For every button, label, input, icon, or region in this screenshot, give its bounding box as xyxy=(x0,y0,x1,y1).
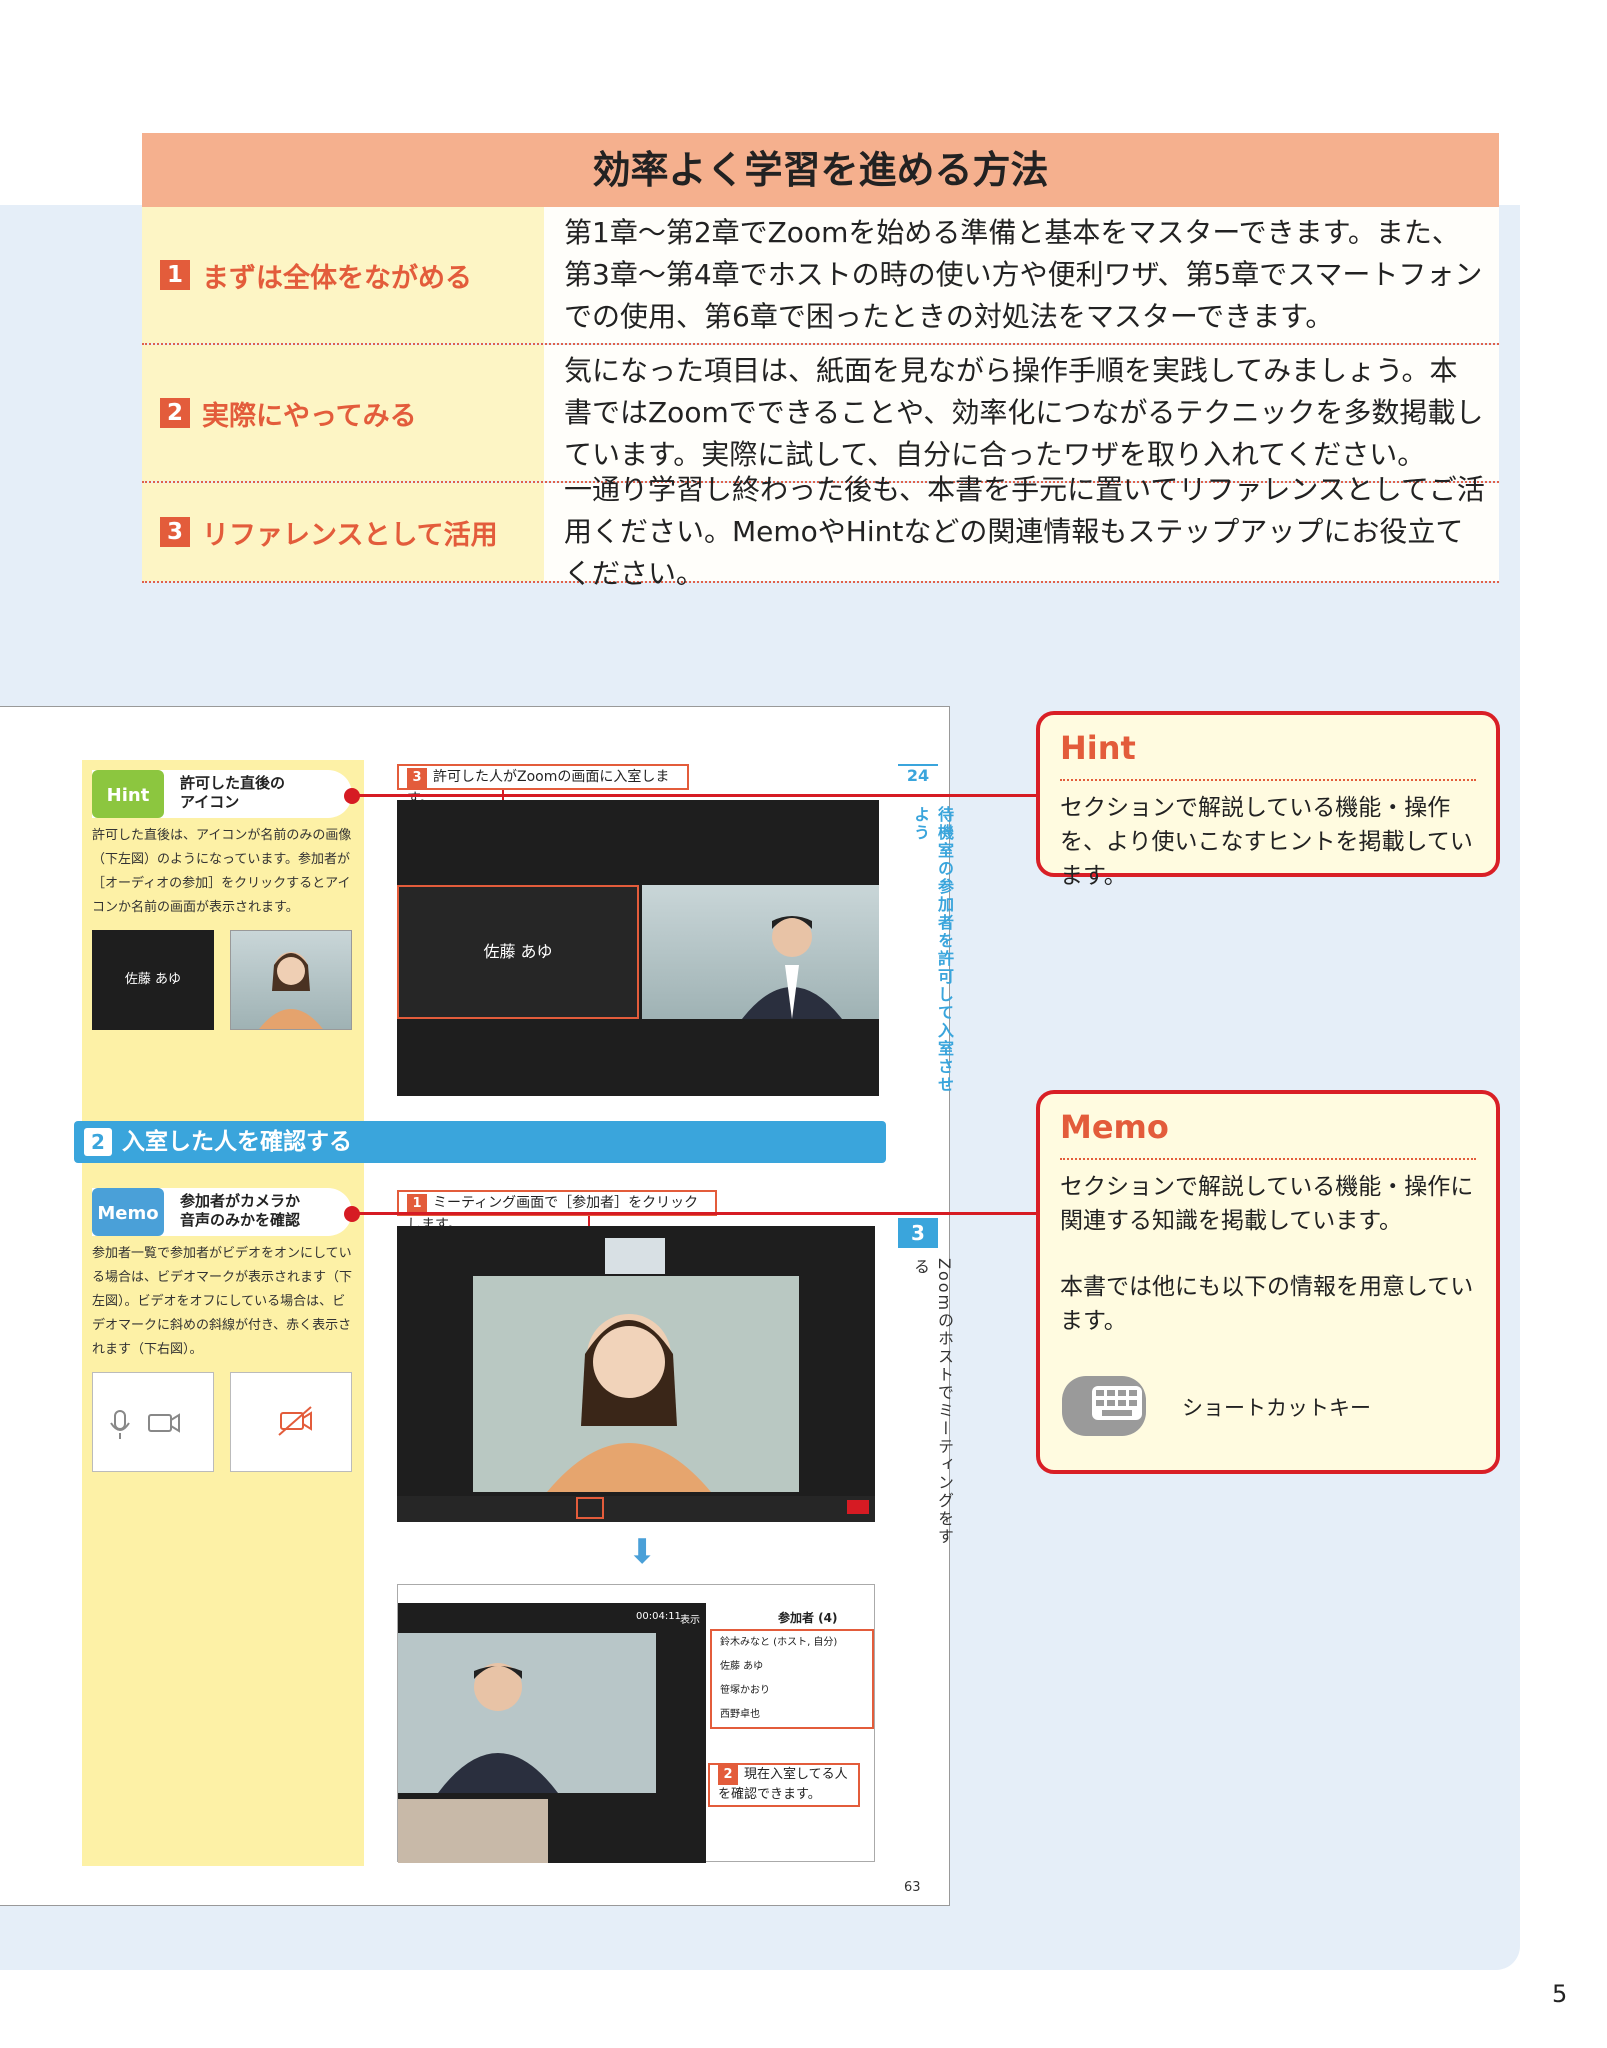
intro-title: 効率よく学習を進める方法 xyxy=(142,133,1499,207)
memo-connector-line xyxy=(350,1212,1040,1215)
participant-row: 笹塚かおり xyxy=(720,1685,770,1696)
video-off-icon xyxy=(278,1406,312,1436)
memo-title: 参加者がカメラか 音声のみかを確認 xyxy=(180,1192,301,1229)
main-video-area xyxy=(398,1603,706,1863)
page-number: 5 xyxy=(1552,1980,1568,2008)
row-number: 2 xyxy=(160,398,190,428)
step3-callout: 3 許可した人がZoomの画面に入室します。 xyxy=(397,764,689,807)
connector-dot xyxy=(344,788,360,804)
intro-row-3: 3 リファレンスとして活用 一通り学習し終わった後も、本書を手元に置いてリファレン… xyxy=(142,473,1499,590)
memo-heading: Memo xyxy=(1060,1108,1169,1146)
hint-thumb-video xyxy=(230,930,352,1030)
chapter-title: Zoomのホストでミーティングをする xyxy=(911,1258,954,1547)
row-label: リファレンスとして活用 xyxy=(202,519,498,551)
hint-thumb-name-only: 佐藤 あゆ xyxy=(92,930,214,1030)
person-photo-icon xyxy=(398,1633,656,1863)
hint-heading: Hint xyxy=(1060,729,1136,767)
hint-title: 許可した直後の アイコン xyxy=(180,774,286,811)
participant-tile-video xyxy=(642,885,879,1019)
hint-explanation-box: Hint セクションで解説している機能・操作を、より使いこなすヒントを掲載してい… xyxy=(1036,711,1500,889)
row-label: 実際にやってみる xyxy=(202,400,417,432)
meeting-timer: 00:04:11 xyxy=(636,1611,681,1622)
hint-badge: Hint 許可した直後の アイコン xyxy=(92,770,352,818)
person-photo-icon xyxy=(259,952,323,1029)
participant-row: 鈴木みなと (ホスト, 自分) xyxy=(720,1637,838,1648)
participant-row: 西野卓也 xyxy=(720,1709,760,1720)
memo-badge-label: Memo xyxy=(92,1188,164,1236)
divider xyxy=(1060,1158,1476,1160)
video-camera-icon xyxy=(148,1413,180,1433)
row-number: 3 xyxy=(160,517,190,547)
participant-tile-name: 佐藤 あゆ xyxy=(397,885,639,1019)
connector-dot xyxy=(344,1206,360,1222)
intro-row-1: 1 まずは全体をながめる 第1章～第2章でZoomを始める準備と基本をマスターでき… xyxy=(142,207,1499,345)
participants-screen: 00:04:11 表示 参加者 (4) 鈴木みなと (ホスト, 自分) 佐藤 あ… xyxy=(397,1584,875,1863)
chapter-number: 3 xyxy=(898,1218,938,1248)
shortcut-label: ショートカットキー xyxy=(1182,1396,1371,1420)
memo-body: 参加者一覧で参加者がビデオをオンにしている場合は、ビデオマークが表示されます（下… xyxy=(92,1246,353,1357)
row-text: 一通り学習し終わった後も、本書を手元に置いてリファレンスとしてご活用ください。M… xyxy=(544,473,1499,590)
side-title: 待機室の参加者を許可して入室させよう xyxy=(911,806,954,1094)
step2-callout: 2 現在入室してる人 を確認できます。 xyxy=(708,1763,860,1807)
row-label: まずは全体をながめる xyxy=(202,262,472,294)
memo-explanation-box: Memo セクションで解説している機能・操作に関連する知識を掲載しています。 本… xyxy=(1036,1090,1500,1474)
side-number: 24 xyxy=(898,764,938,785)
person-photo-icon xyxy=(742,916,842,1019)
view-button[interactable]: 表示 xyxy=(680,1611,700,1626)
memo-text-2: 本書では他にも以下の情報を用意しています。 xyxy=(1060,1274,1474,1334)
row-text: 第1章～第2章でZoomを始める準備と基本をマスターできます。また、第3章～第4… xyxy=(544,207,1499,343)
divider xyxy=(1060,779,1476,781)
video-off-thumb xyxy=(230,1372,352,1472)
section-heading: 2 入室した人を確認する xyxy=(74,1121,886,1163)
keyboard-icon xyxy=(1062,1370,1152,1440)
microphone-icon xyxy=(110,1410,130,1439)
memo-text: セクションで解説している機能・操作に関連する知識を掲載しています。 xyxy=(1060,1174,1474,1234)
sample-page-number: 63 xyxy=(904,1880,921,1895)
hint-connector-line xyxy=(350,794,1040,797)
zoom-screen-2 xyxy=(397,1226,875,1522)
participants-title: 参加者 (4) xyxy=(778,1611,838,1625)
participants-list: 鈴木みなと (ホスト, 自分) 佐藤 あゆ 笹塚かおり 西野卓也 xyxy=(710,1629,874,1729)
row-text: 気になった項目は、紙面を見ながら操作手順を実践してみましょう。本書ではZoomで… xyxy=(544,345,1499,481)
row-number: 1 xyxy=(160,260,190,290)
video-on-thumb xyxy=(92,1372,214,1472)
memo-badge: Memo 参加者がカメラか 音声のみかを確認 xyxy=(92,1188,352,1236)
meeting-video-photo xyxy=(397,1238,875,1522)
hint-badge-label: Hint xyxy=(92,770,164,818)
hint-body: 許可した直後は、アイコンが名前のみの画像（下左図）のようになっています。参加者が… xyxy=(92,828,352,915)
hint-text: セクションで解説している機能・操作を、より使いこなすヒントを掲載しています。 xyxy=(1060,795,1473,889)
arrow-down-icon: ⬇ xyxy=(628,1532,657,1572)
intro-row-2: 2 実際にやってみる 気になった項目は、紙面を見ながら操作手順を実践してみましょう… xyxy=(142,345,1499,483)
participant-row: 佐藤 あゆ xyxy=(720,1661,764,1672)
